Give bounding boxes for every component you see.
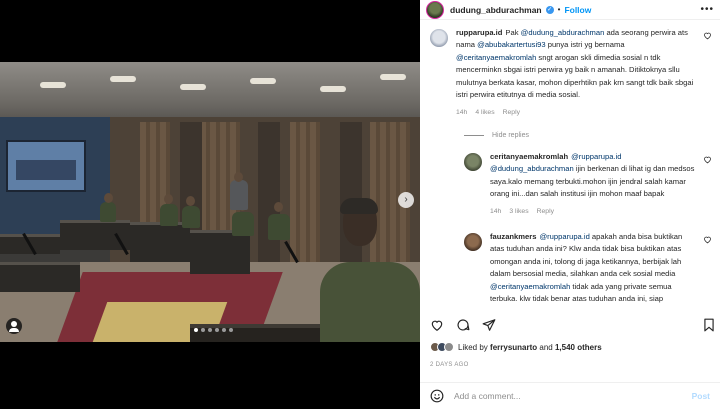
- mention-link[interactable]: @ruppa​rupa.id: [539, 232, 589, 241]
- wall-screen: [6, 140, 86, 192]
- comment-time: 14h: [490, 208, 502, 216]
- commenter-avatar[interactable]: [430, 29, 448, 47]
- share-paper-plane-icon[interactable]: [482, 318, 496, 332]
- hide-replies-label[interactable]: Hide replies: [492, 132, 529, 139]
- comment-list: ruppa​rupa.id Pak @dudung_abdurachman ada…: [420, 21, 720, 309]
- author-avatar[interactable]: [426, 0, 444, 19]
- commenter-username[interactable]: fauzankmers: [490, 232, 536, 241]
- carousel-dot: [215, 328, 219, 332]
- likes-and: and: [537, 342, 555, 352]
- chevron-right-icon: ›: [404, 194, 408, 205]
- carousel-dot: [222, 328, 226, 332]
- comment-bubble-icon[interactable]: [456, 318, 470, 332]
- comment-input[interactable]: [454, 391, 692, 401]
- comment-likes[interactable]: 4 likes: [475, 107, 494, 119]
- commenter-username[interactable]: ruppa​rupa.id: [456, 28, 502, 37]
- mention-link[interactable]: @ceritanyaemakromlah: [456, 53, 536, 62]
- reply-item: fauzankmers @ruppa​rupa.id apakah anda bi…: [464, 231, 712, 305]
- mention-link[interactable]: @dudung_abdurachman: [490, 164, 574, 173]
- follow-button[interactable]: Follow: [564, 5, 591, 15]
- reply-button[interactable]: Reply: [503, 107, 520, 119]
- like-comment-heart-icon[interactable]: [703, 155, 712, 166]
- comment-text: Pak: [505, 28, 521, 37]
- mention-link[interactable]: @ruppa​rupa.id: [571, 152, 621, 161]
- liker-username[interactable]: ferrysunarto: [490, 343, 537, 352]
- reply-item: ceritanyaemakromlah @ruppa​rupa.id @dudun…: [464, 151, 712, 219]
- post-photo[interactable]: [0, 62, 420, 342]
- header-separator: •: [557, 5, 561, 14]
- carousel-indicator: [194, 328, 233, 332]
- likes-prefix: Liked by: [458, 342, 491, 352]
- comment-item: ruppa​rupa.id Pak @dudung_abdurachman ada…: [430, 27, 712, 120]
- action-bar: [430, 316, 716, 334]
- hide-replies-line: [464, 134, 484, 136]
- like-comment-heart-icon[interactable]: [703, 31, 712, 42]
- comment-composer: Post: [420, 382, 720, 409]
- liker-avatar: [444, 342, 454, 352]
- hide-replies-button[interactable]: Hide replies: [464, 132, 712, 139]
- carousel-dot: [229, 328, 233, 332]
- post-comment-button[interactable]: Post: [692, 391, 710, 401]
- carousel-dot: [201, 328, 205, 332]
- comment-body: ruppa​rupa.id Pak @dudung_abdurachman ada…: [456, 27, 712, 120]
- comment-meta: 14h 4 likes Reply: [456, 107, 698, 119]
- officer: [320, 262, 420, 342]
- comment-time: 14h: [456, 109, 468, 117]
- comment-text: punya istri yg bernama: [545, 40, 625, 50]
- bookmark-icon[interactable]: [702, 318, 716, 332]
- like-comment-heart-icon[interactable]: [703, 235, 712, 246]
- emoji-icon[interactable]: [430, 389, 444, 403]
- post-timestamp: 2 DAYS AGO: [430, 362, 469, 368]
- likes-others-link[interactable]: 1,540 others: [555, 343, 602, 352]
- verified-badge-icon: ✓: [545, 5, 554, 14]
- next-slide-button[interactable]: ›: [398, 192, 414, 208]
- post-header: dudung_abdurachman ✓ • Follow •••: [420, 0, 720, 20]
- carousel-dot: [208, 328, 212, 332]
- author-username[interactable]: dudung_abdurachman: [450, 5, 542, 15]
- mention-link[interactable]: @abubakartertusi93: [477, 40, 546, 49]
- likes-summary: Liked by ferrysunarto and 1,540 others: [430, 342, 602, 352]
- reply-button[interactable]: Reply: [537, 206, 554, 218]
- comment-body: fauzankmers @ruppa​rupa.id apakah anda bi…: [490, 231, 712, 305]
- likes-text: Liked by ferrysunarto and 1,540 others: [458, 343, 602, 352]
- user-tag-icon[interactable]: [6, 318, 22, 334]
- comment-likes[interactable]: 3 likes: [509, 206, 528, 218]
- commenter-avatar[interactable]: [464, 152, 482, 171]
- mention-link[interactable]: @dudung_abdurachman: [521, 28, 605, 37]
- comment-meta: 14h 3 likes Reply: [490, 206, 698, 218]
- comment-body: ceritanyaemakromlah @ruppa​rupa.id @dudun…: [490, 151, 712, 219]
- post-media: ›: [0, 0, 420, 409]
- more-options-icon[interactable]: •••: [700, 4, 714, 15]
- post-details: dudung_abdurachman ✓ • Follow ••• ruppa​…: [420, 0, 720, 409]
- commenter-username[interactable]: ceritanyaemakromlah: [490, 152, 568, 161]
- carousel-dot: [194, 328, 198, 332]
- commenter-avatar[interactable]: [464, 232, 482, 251]
- mention-link[interactable]: @ceritanyaemakromlah: [490, 282, 570, 291]
- like-heart-icon[interactable]: [430, 318, 444, 332]
